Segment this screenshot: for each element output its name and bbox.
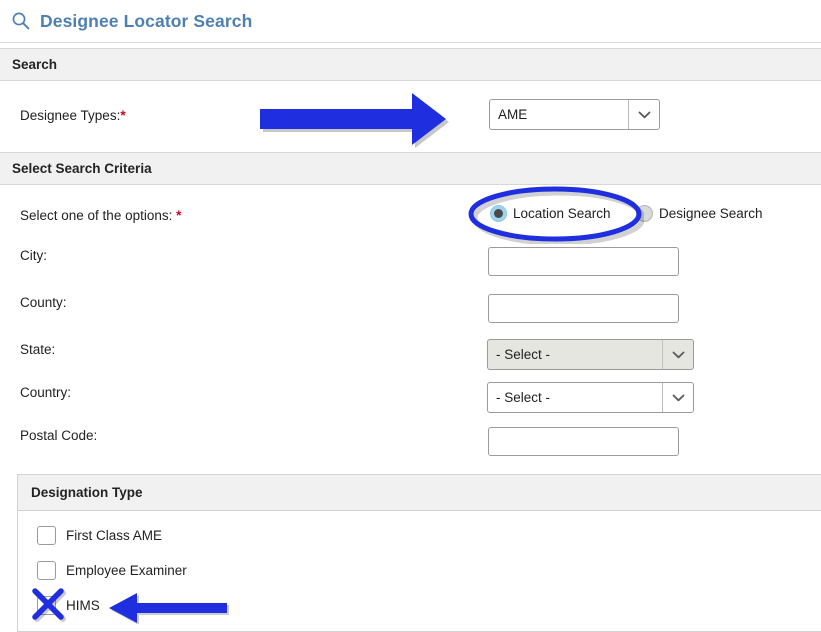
chevron-down-icon[interactable] bbox=[628, 100, 659, 129]
required-asterisk: * bbox=[176, 207, 182, 223]
country-select-value: - Select - bbox=[496, 390, 551, 405]
radio-location-search-indicator[interactable] bbox=[490, 205, 507, 222]
postal-code-input[interactable] bbox=[488, 427, 679, 456]
country-select[interactable]: - Select - bbox=[487, 382, 694, 413]
country-label: Country: bbox=[20, 384, 72, 400]
checkbox-hims-label: HIMS bbox=[66, 598, 100, 613]
county-row: County: bbox=[0, 292, 821, 312]
checkbox-hims[interactable]: HIMS bbox=[37, 596, 100, 615]
radio-designee-search[interactable]: Designee Search bbox=[636, 205, 763, 222]
checkbox-employee-examiner-box[interactable] bbox=[37, 561, 56, 580]
section-header-criteria-label: Select Search Criteria bbox=[12, 161, 152, 176]
section-header-search: Search bbox=[0, 48, 821, 81]
radio-designee-search-label: Designee Search bbox=[659, 206, 763, 221]
checkbox-hims-box[interactable] bbox=[37, 596, 56, 615]
checkbox-employee-examiner-label: Employee Examiner bbox=[66, 563, 187, 578]
state-label: State: bbox=[20, 341, 56, 357]
designation-type-header: Designation Type bbox=[18, 475, 821, 511]
designation-type-panel: Designation Type First Class AME Employe… bbox=[17, 474, 821, 632]
state-row: State: bbox=[0, 339, 821, 359]
state-select-value: - Select - bbox=[496, 347, 551, 362]
checkbox-first-class-ame-label: First Class AME bbox=[66, 528, 163, 543]
page-title: Designee Locator Search bbox=[40, 10, 253, 31]
page-header: Designee Locator Search bbox=[0, 0, 821, 43]
chevron-down-icon[interactable] bbox=[662, 340, 693, 369]
city-input[interactable] bbox=[488, 247, 679, 276]
county-label: County: bbox=[20, 294, 67, 310]
city-label: City: bbox=[20, 247, 47, 263]
radio-designee-search-indicator[interactable] bbox=[636, 205, 653, 222]
options-prompt-label: Select one of the options: * bbox=[20, 207, 182, 223]
section-header-search-label: Search bbox=[12, 57, 58, 72]
designee-types-row: Designee Types:* bbox=[0, 99, 821, 131]
checkbox-first-class-ame[interactable]: First Class AME bbox=[37, 526, 162, 545]
radio-location-search[interactable]: Location Search bbox=[490, 205, 611, 222]
chevron-down-icon[interactable] bbox=[662, 383, 693, 412]
required-asterisk: * bbox=[120, 107, 126, 123]
section-header-criteria: Select Search Criteria bbox=[0, 152, 821, 185]
state-select[interactable]: - Select - bbox=[487, 339, 694, 370]
checkbox-first-class-ame-box[interactable] bbox=[37, 526, 56, 545]
city-row: City: bbox=[0, 245, 821, 265]
radio-location-search-label: Location Search bbox=[513, 206, 611, 221]
designee-locator-search-page: Designee Locator Search Search Designee … bbox=[0, 0, 821, 632]
designation-type-header-label: Designation Type bbox=[31, 485, 143, 500]
county-input[interactable] bbox=[488, 294, 679, 323]
designee-types-value: AME bbox=[498, 107, 528, 122]
country-row: Country: bbox=[0, 382, 821, 402]
postal-code-label: Postal Code: bbox=[20, 427, 98, 443]
designee-types-label: Designee Types:* bbox=[20, 107, 126, 123]
postal-code-row: Postal Code: bbox=[0, 425, 821, 445]
checkbox-employee-examiner[interactable]: Employee Examiner bbox=[37, 561, 187, 580]
designee-types-select[interactable]: AME bbox=[489, 99, 660, 130]
search-icon bbox=[12, 12, 30, 30]
